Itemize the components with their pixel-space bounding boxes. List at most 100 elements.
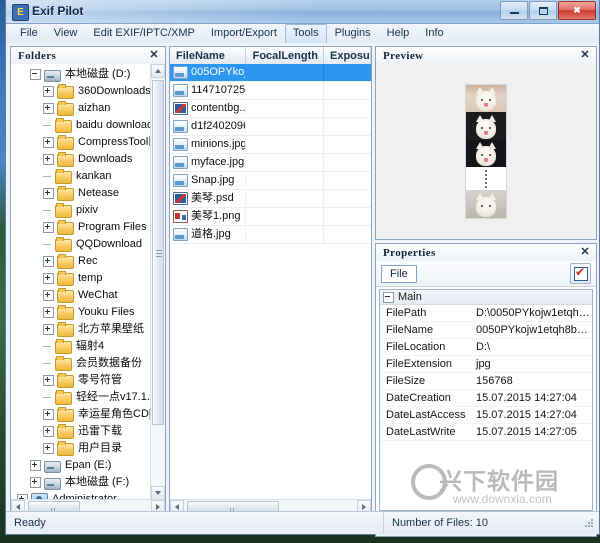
expand-icon[interactable] <box>43 273 54 284</box>
tree-node[interactable]: Downloads <box>11 151 151 168</box>
tree-node-label: 会员数据备份 <box>76 357 142 369</box>
tree-node[interactable]: temp <box>11 270 151 287</box>
tree-node[interactable]: Program Files <box>11 219 151 236</box>
tree-node[interactable]: 本地磁盘 (D:) <box>11 66 151 83</box>
table-row[interactable]: Snap.jpg <box>170 172 371 190</box>
psd-file-icon <box>173 192 188 205</box>
folder-tree-vscrollbar[interactable] <box>150 64 165 500</box>
tree-node[interactable]: 幸运星角色CD[Luc <box>11 406 151 423</box>
property-row[interactable]: DateLastWrite 15.07.2015 14:27:05 <box>380 424 592 441</box>
tree-node[interactable]: pixiv <box>11 202 151 219</box>
expand-icon[interactable] <box>43 188 54 199</box>
tab-file[interactable]: File <box>381 264 417 283</box>
folder-icon <box>57 287 74 303</box>
table-row[interactable]: 美琴.psd <box>170 190 371 208</box>
column-header-filename[interactable]: FileName <box>170 47 246 64</box>
property-row[interactable]: FileName 0050PYkojw1etqh8b6at... <box>380 322 592 339</box>
folder-icon <box>55 168 72 184</box>
expand-icon[interactable] <box>43 443 54 454</box>
tree-node[interactable]: Rec <box>11 253 151 270</box>
property-row[interactable]: DateLastAccess 15.07.2015 14:27:04 <box>380 407 592 424</box>
menu-info[interactable]: Info <box>417 24 451 44</box>
tree-node[interactable]: 北方苹果壁纸 <box>11 321 151 338</box>
menu-help[interactable]: Help <box>379 24 418 44</box>
checkmark-properties-icon[interactable] <box>570 263 591 284</box>
expand-icon[interactable] <box>30 477 41 488</box>
expand-icon[interactable] <box>43 103 54 114</box>
menu-plugins[interactable]: Plugins <box>327 24 379 44</box>
tree-node[interactable]: 用户目录 <box>11 440 151 457</box>
collapse-icon[interactable] <box>383 291 394 303</box>
property-row[interactable]: FileSize 156768 <box>380 373 592 390</box>
jpg-file-icon <box>173 174 188 187</box>
expand-icon[interactable] <box>43 307 54 318</box>
tree-node[interactable]: Epan (E:) <box>11 457 151 474</box>
tree-node-label: 迅雷下载 <box>78 425 122 437</box>
tree-node[interactable]: Netease <box>11 185 151 202</box>
property-row[interactable]: FilePath D:\0050PYkojw1etqh8b... <box>380 305 592 322</box>
expand-icon[interactable] <box>43 222 54 233</box>
menu-tools[interactable]: Tools <box>284 23 327 44</box>
table-row[interactable]: myface.jpg <box>170 154 371 172</box>
expand-icon[interactable] <box>43 426 54 437</box>
menu-view[interactable]: View <box>46 24 86 44</box>
maximize-button[interactable] <box>529 1 557 20</box>
property-row[interactable]: DateCreation 15.07.2015 14:27:04 <box>380 390 592 407</box>
tree-node[interactable]: 辐射4 <box>11 338 151 355</box>
tree-node[interactable]: aizhan <box>11 100 151 117</box>
table-row[interactable]: 005OPYkoj... <box>170 64 371 82</box>
file-list-rows[interactable]: 005OPYkoj... 114710725... contentbg.... d1f… <box>170 64 371 500</box>
tree-node[interactable]: 轻经一点v17.1.6.32 <box>11 389 151 406</box>
expand-icon[interactable] <box>43 324 54 335</box>
tree-node[interactable]: 零号符管 <box>11 372 151 389</box>
close-icon[interactable]: ✕ <box>578 247 592 258</box>
expand-icon[interactable] <box>43 375 54 386</box>
expand-icon[interactable] <box>43 409 54 420</box>
properties-panel-title: Properties <box>383 246 436 259</box>
properties-group-main[interactable]: Main <box>380 290 592 305</box>
property-key: FilePath <box>386 307 427 319</box>
scroll-down-icon[interactable] <box>151 486 165 500</box>
close-button[interactable]: ✖ <box>558 1 596 20</box>
properties-grid[interactable]: Main FilePath D:\0050PYkojw1etqh8b... File… <box>379 289 593 511</box>
vscroll-thumb[interactable] <box>152 80 164 425</box>
minimize-button[interactable] <box>500 1 528 20</box>
collapse-icon[interactable] <box>30 69 41 80</box>
expand-icon[interactable] <box>43 256 54 267</box>
tree-node[interactable]: kankan <box>11 168 151 185</box>
table-row[interactable]: 道格.jpg <box>170 226 371 244</box>
tree-node[interactable]: WeChat <box>11 287 151 304</box>
expand-icon[interactable] <box>43 137 54 148</box>
tree-node[interactable]: Youku Files <box>11 304 151 321</box>
table-row[interactable]: minions.jpg <box>170 136 371 154</box>
property-row[interactable]: FileExtension jpg <box>380 356 592 373</box>
property-row[interactable]: FileLocation D:\ <box>380 339 592 356</box>
scroll-up-icon[interactable] <box>151 64 165 78</box>
table-row[interactable]: d1f2402096... <box>170 118 371 136</box>
tree-node[interactable]: 360Downloads <box>11 83 151 100</box>
close-icon[interactable]: ✕ <box>147 50 161 61</box>
table-row[interactable]: 美琴1.png <box>170 208 371 226</box>
property-key: FileSize <box>386 375 426 387</box>
menu-import-export[interactable]: Import/Export <box>203 24 285 44</box>
tree-node[interactable]: QQDownload <box>11 236 151 253</box>
expand-icon[interactable] <box>43 154 54 165</box>
resize-grip-icon[interactable] <box>582 516 596 530</box>
close-icon[interactable]: ✕ <box>578 50 592 61</box>
expand-icon[interactable] <box>30 460 41 471</box>
expand-icon[interactable] <box>43 86 54 97</box>
table-row[interactable]: contentbg.... <box>170 100 371 118</box>
property-key: FileLocation <box>386 341 446 353</box>
column-header-exposure[interactable]: Exposu <box>324 47 371 64</box>
tree-node[interactable]: 本地磁盘 (F:) <box>11 474 151 491</box>
tree-node[interactable]: baidu download <box>11 117 151 134</box>
expand-icon[interactable] <box>43 290 54 301</box>
tree-node[interactable]: CompressTool旧文 <box>11 134 151 151</box>
menu-edit-exif-iptc-xmp[interactable]: Edit EXIF/IPTC/XMP <box>85 24 202 44</box>
column-header-focallength[interactable]: FocalLength <box>246 47 324 64</box>
folder-tree[interactable]: 本地磁盘 (D:) 360Downloads aizhan baidu downloa… <box>11 64 151 500</box>
tree-node[interactable]: 会员数据备份 <box>11 355 151 372</box>
menu-file[interactable]: File <box>12 24 46 44</box>
tree-node[interactable]: 迅雷下载 <box>11 423 151 440</box>
table-row[interactable]: 114710725... <box>170 82 371 100</box>
